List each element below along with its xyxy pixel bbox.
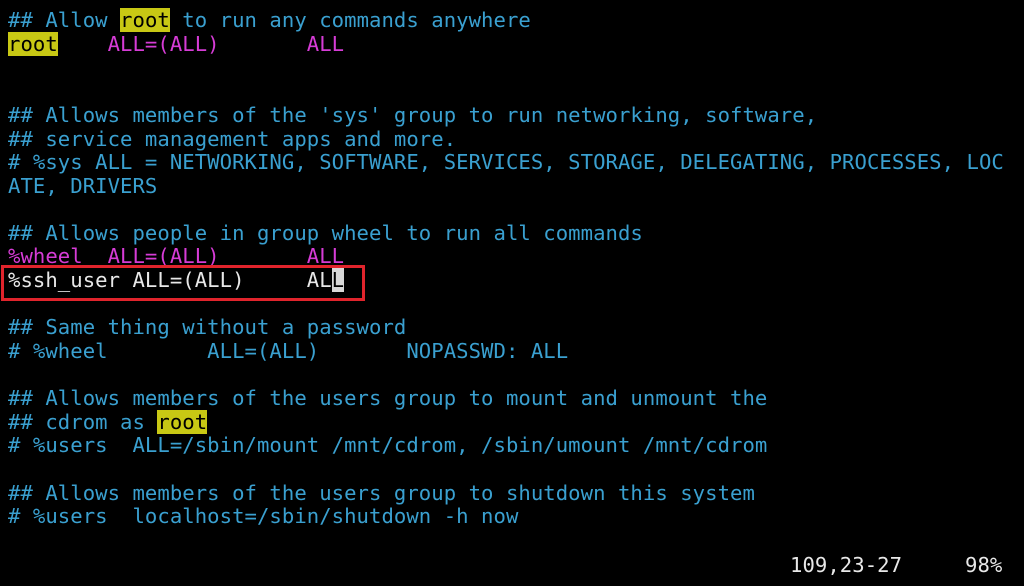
text-segment: ## cdrom as xyxy=(8,410,158,434)
text-segment: to run any commands anywhere xyxy=(169,8,531,32)
editor-line-22: # %users localhost=/sbin/shutdown -h now xyxy=(8,504,519,528)
highlight-box xyxy=(1,265,365,301)
editor-line-10: ## Allows people in group wheel to run a… xyxy=(8,221,643,245)
cursor-position: 109,23-27 xyxy=(790,553,903,577)
editor-line-17: ## Allows members of the users group to … xyxy=(8,386,768,410)
editor-line-21: ## Allows members of the users group to … xyxy=(8,481,755,505)
editor-line-7: # %sys ALL = NETWORKING, SOFTWARE, SERVI… xyxy=(8,150,1004,174)
editor-line-18: ## cdrom as root xyxy=(8,410,208,435)
search-highlight: root xyxy=(8,32,58,56)
editor-line-15: # %wheel ALL=(ALL) NOPASSWD: ALL xyxy=(8,339,569,363)
editor-line-14: ## Same thing without a password xyxy=(8,315,407,339)
terminal-window[interactable]: ## Allow root to run any commands anywhe… xyxy=(0,0,1024,586)
search-highlight: root xyxy=(120,8,170,32)
text-segment: ## Allow xyxy=(8,8,121,32)
editor-line-8: ATE, DRIVERS xyxy=(8,174,158,198)
editor-line-19: # %users ALL=/sbin/mount /mnt/cdrom, /sb… xyxy=(8,433,768,457)
editor-line-6: ## service management apps and more. xyxy=(8,127,457,151)
editor-line-2: root ALL=(ALL) ALL xyxy=(8,32,345,57)
editor-line-5: ## Allows members of the 'sys' group to … xyxy=(8,103,818,127)
scroll-percent: 98% xyxy=(965,553,1003,577)
search-highlight: root xyxy=(157,410,208,434)
text-segment: ALL=(ALL) ALL xyxy=(57,32,345,56)
editor-line-1: ## Allow root to run any commands anywhe… xyxy=(8,8,531,33)
